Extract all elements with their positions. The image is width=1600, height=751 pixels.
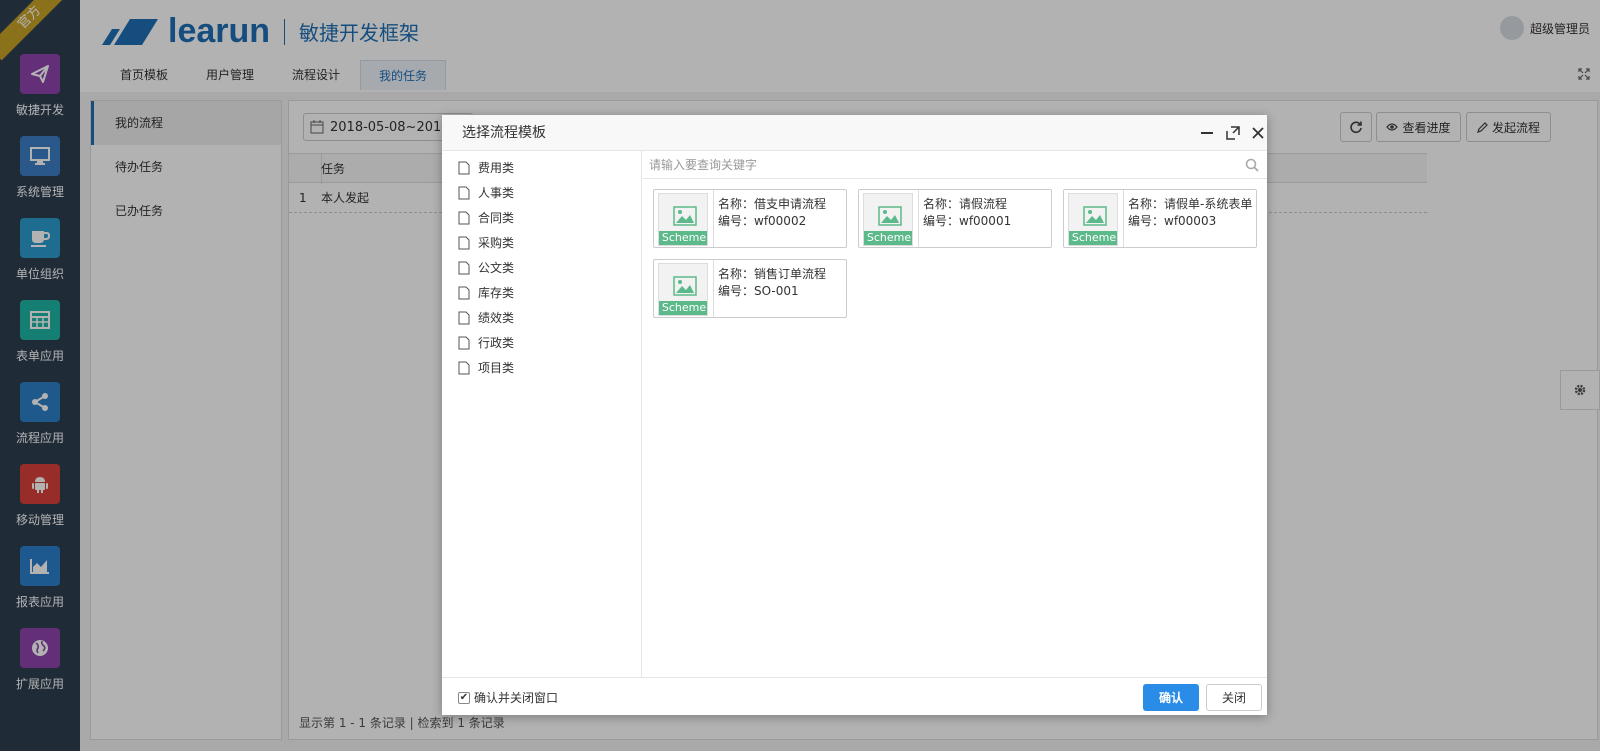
close-icon[interactable] xyxy=(1248,123,1268,143)
category-tree: 费用类 人事类 合同类 采购类 公文类 库存类 绩效类 行政类 项目类 xyxy=(442,151,642,677)
tree-item-label: 采购类 xyxy=(478,236,515,250)
confirm-button[interactable]: 确认 xyxy=(1143,684,1199,711)
tree-item-hr[interactable]: 人事类 xyxy=(442,180,641,205)
file-icon xyxy=(458,286,470,299)
confirm-close-checkbox[interactable]: ✔ 确认并关闭窗口 xyxy=(458,689,558,706)
template-thumbnail: Scheme xyxy=(863,193,913,246)
image-icon xyxy=(878,206,902,226)
dialog-title: 选择流程模板 xyxy=(462,125,546,141)
select-template-dialog: 选择流程模板 费用类 人事类 合同类 采购类 公文类 库存类 绩效类 行政类 项… xyxy=(442,115,1267,715)
template-thumbnail: Scheme xyxy=(1068,193,1118,246)
confirm-close-label: 确认并关闭窗口 xyxy=(474,691,559,705)
scheme-tag: Scheme xyxy=(659,301,707,315)
image-icon xyxy=(673,206,697,226)
checkbox-checked-icon[interactable]: ✔ xyxy=(458,691,470,704)
tree-item-purchase[interactable]: 采购类 xyxy=(442,230,641,255)
search-input[interactable] xyxy=(649,154,1229,176)
tree-item-project[interactable]: 项目类 xyxy=(442,355,641,380)
tree-item-label: 项目类 xyxy=(478,361,515,375)
dialog-header: 选择流程模板 xyxy=(442,115,1267,151)
image-icon xyxy=(1083,206,1107,226)
tree-item-label: 公文类 xyxy=(478,261,515,275)
scheme-tag: Scheme xyxy=(864,231,912,245)
template-name: 名称：借支申请流程 xyxy=(718,197,827,211)
minimize-icon[interactable] xyxy=(1197,123,1217,143)
template-card[interactable]: Scheme 名称：借支申请流程 编号：wf00002 xyxy=(653,189,847,248)
file-icon xyxy=(458,361,470,374)
tree-item-label: 库存类 xyxy=(478,286,515,300)
tree-item-label: 费用类 xyxy=(478,161,515,175)
template-card[interactable]: Scheme 名称：请假流程 编号：wf00001 xyxy=(858,189,1052,248)
scheme-tag: Scheme xyxy=(659,231,707,245)
template-thumbnail: Scheme xyxy=(658,263,708,316)
search-icon[interactable] xyxy=(1245,158,1259,175)
template-code: 编号：wf00001 xyxy=(923,214,1012,228)
tree-item-label: 绩效类 xyxy=(478,311,515,325)
tree-item-label: 合同类 xyxy=(478,211,515,225)
file-icon xyxy=(458,311,470,324)
template-code: 编号：SO-001 xyxy=(718,284,799,298)
scheme-tag: Scheme xyxy=(1069,231,1117,245)
template-name: 名称：请假流程 xyxy=(923,197,1008,211)
template-card[interactable]: Scheme 名称：请假单-系统表单 编号：wf00003 xyxy=(1063,189,1257,248)
template-thumbnail: Scheme xyxy=(658,193,708,246)
tree-item-contract[interactable]: 合同类 xyxy=(442,205,641,230)
tree-item-performance[interactable]: 绩效类 xyxy=(442,305,641,330)
close-button[interactable]: 关闭 xyxy=(1206,684,1262,711)
file-icon xyxy=(458,186,470,199)
template-list: Scheme 名称：借支申请流程 编号：wf00002 Scheme 名称：请假… xyxy=(643,179,1267,677)
tree-item-label: 行政类 xyxy=(478,336,515,350)
image-icon xyxy=(673,276,697,296)
tree-item-document[interactable]: 公文类 xyxy=(442,255,641,280)
dialog-footer: ✔ 确认并关闭窗口 确认 关闭 xyxy=(442,677,1267,715)
file-icon xyxy=(458,211,470,224)
tree-item-inventory[interactable]: 库存类 xyxy=(442,280,641,305)
template-code: 编号：wf00003 xyxy=(1128,214,1217,228)
file-icon xyxy=(458,336,470,349)
tree-item-expense[interactable]: 费用类 xyxy=(442,155,641,180)
template-card[interactable]: Scheme 名称：销售订单流程 编号：SO-001 xyxy=(653,259,847,318)
file-icon xyxy=(458,236,470,249)
maximize-icon[interactable] xyxy=(1223,123,1243,143)
template-name: 名称：请假单-系统表单 xyxy=(1128,197,1253,211)
tree-item-label: 人事类 xyxy=(478,186,515,200)
template-name: 名称：销售订单流程 xyxy=(718,267,827,281)
template-code: 编号：wf00002 xyxy=(718,214,807,228)
file-icon xyxy=(458,161,470,174)
tree-item-admin[interactable]: 行政类 xyxy=(442,330,641,355)
file-icon xyxy=(458,261,470,274)
template-search xyxy=(643,151,1267,179)
